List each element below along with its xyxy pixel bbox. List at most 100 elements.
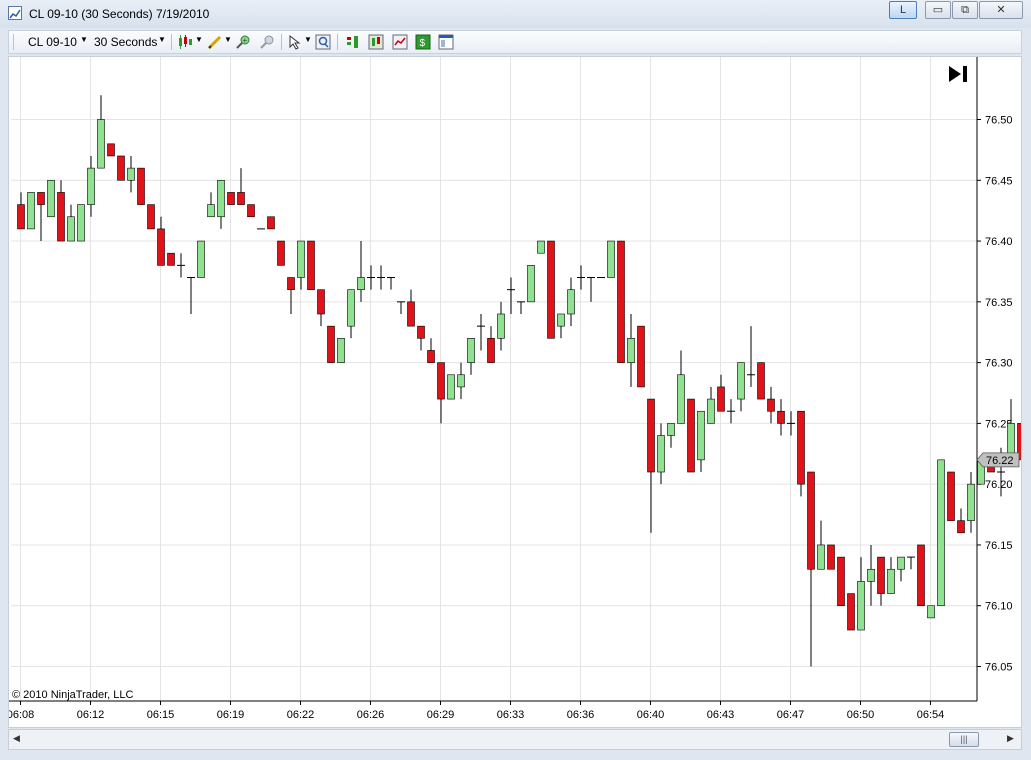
x-tick-label: 06:54 [917, 709, 945, 721]
candlestick-icon[interactable] [177, 34, 193, 50]
candle-down [647, 398, 655, 473]
candle-up [497, 313, 505, 339]
candle-down [417, 325, 425, 339]
candle-up [627, 337, 635, 363]
y-tick-label: 76.15 [985, 540, 1013, 552]
x-tick-label: 06:19 [217, 709, 245, 721]
candle-up [567, 289, 575, 315]
candle-up [677, 374, 685, 424]
candle-down [247, 204, 255, 218]
y-tick-label: 76.20 [985, 479, 1013, 491]
candle-down [547, 240, 555, 339]
y-tick-label: 76.05 [985, 662, 1013, 674]
drawing-dropdown-icon[interactable]: ▼ [224, 35, 232, 44]
interval-dropdown-icon[interactable]: ▼ [158, 35, 166, 44]
candle-up [667, 423, 675, 436]
x-tick-label: 06:26 [357, 709, 385, 721]
lock-button[interactable]: L [889, 1, 917, 19]
candle-down [767, 398, 775, 412]
toolbar-separator [281, 34, 282, 50]
minimize-button[interactable]: ▭ [925, 1, 951, 19]
zoom-in-icon[interactable]: + [235, 34, 251, 50]
scroll-right-icon[interactable]: ▶ [1007, 733, 1014, 744]
window-title: CL 09-10 (30 Seconds) 7/19/2010 [29, 7, 210, 21]
candle-down [797, 410, 805, 485]
x-tick-label: 06:50 [847, 709, 875, 721]
bar-chart-icon[interactable] [345, 34, 361, 50]
cursor-icon[interactable] [287, 34, 303, 50]
y-tick-label: 76.50 [985, 115, 1013, 127]
candle-down [837, 556, 845, 607]
candle-up [67, 216, 75, 242]
candle-down [137, 167, 145, 205]
instrument-selector[interactable]: CL 09-10 [28, 35, 77, 49]
copyright-text: © 2010 NinjaTrader, LLC [12, 689, 134, 701]
x-tick-label: 06:40 [637, 709, 665, 721]
candle-up [197, 240, 205, 278]
candle-down [437, 362, 445, 400]
candle-up [347, 289, 355, 327]
candle-up [207, 204, 215, 218]
chart-style-dropdown-icon[interactable]: ▼ [195, 35, 203, 44]
candle-down [427, 350, 435, 363]
candle-up [457, 374, 465, 388]
candle-down [407, 301, 415, 327]
svg-text:+: + [243, 36, 248, 45]
candle-up [297, 240, 305, 278]
candle-up [217, 179, 225, 218]
candle-up [887, 568, 895, 594]
dollar-icon[interactable]: $ [415, 34, 431, 50]
candle-up [87, 167, 95, 205]
x-tick-label: 06:36 [567, 709, 595, 721]
candle-down [287, 277, 295, 290]
pencil-icon[interactable] [207, 34, 223, 50]
candle-down [57, 192, 65, 242]
candle-down [877, 556, 885, 594]
cursor-dropdown-icon[interactable]: ▼ [304, 35, 312, 44]
candle-down [327, 325, 335, 363]
candle-down [107, 143, 115, 157]
x-tick-label: 06:43 [707, 709, 735, 721]
x-tick-label: 06:29 [427, 709, 455, 721]
candle-down [617, 240, 625, 363]
candle-down [227, 192, 235, 205]
candle-down [237, 192, 245, 205]
zoom-out-icon[interactable] [259, 34, 275, 50]
close-button[interactable]: ✕ [979, 1, 1023, 19]
candle-up [537, 240, 545, 254]
go-to-end-icon[interactable] [947, 64, 971, 84]
line-chart-icon[interactable] [392, 34, 408, 50]
candle-down [757, 362, 765, 400]
candle-up [557, 313, 565, 327]
candle-down [167, 252, 175, 266]
properties-icon[interactable] [438, 34, 454, 50]
candle-up [657, 435, 665, 473]
last-price-label: 76.22 [986, 455, 1014, 467]
toolbar-grip [13, 34, 14, 50]
instrument-dropdown-icon[interactable]: ▼ [80, 35, 88, 44]
candle-down [827, 544, 835, 570]
magnify-icon[interactable] [315, 34, 331, 50]
scroll-thumb[interactable]: ||| [949, 732, 979, 747]
candle-down [307, 240, 315, 290]
horizontal-scrollbar[interactable]: ◀ ||| ▶ [8, 729, 1022, 750]
candle-up [937, 459, 945, 607]
x-tick-label: 06:12 [77, 709, 105, 721]
candle-up [337, 337, 345, 363]
candle-up [47, 179, 55, 218]
svg-text:$: $ [420, 38, 426, 49]
candle-up [857, 581, 865, 631]
candle-down [317, 289, 325, 315]
candle-up [27, 192, 35, 230]
candles-icon[interactable] [368, 34, 384, 50]
candle-up [927, 605, 935, 619]
candle-down [147, 204, 155, 230]
toolbar-separator [171, 34, 172, 50]
scroll-left-icon[interactable]: ◀ [13, 733, 20, 744]
interval-selector[interactable]: 30 Seconds [94, 35, 157, 49]
restore-button[interactable]: ⧉ [952, 1, 978, 19]
candle-down [277, 240, 285, 266]
price-chart[interactable]: 76.5076.4576.4076.3576.3076.2576.2076.15… [9, 57, 1021, 727]
chart-panel[interactable]: 76.50 76.45 76.40 76.35 76.30 76.25 76.20 76.15… [8, 56, 1022, 728]
candle-up [867, 568, 875, 582]
